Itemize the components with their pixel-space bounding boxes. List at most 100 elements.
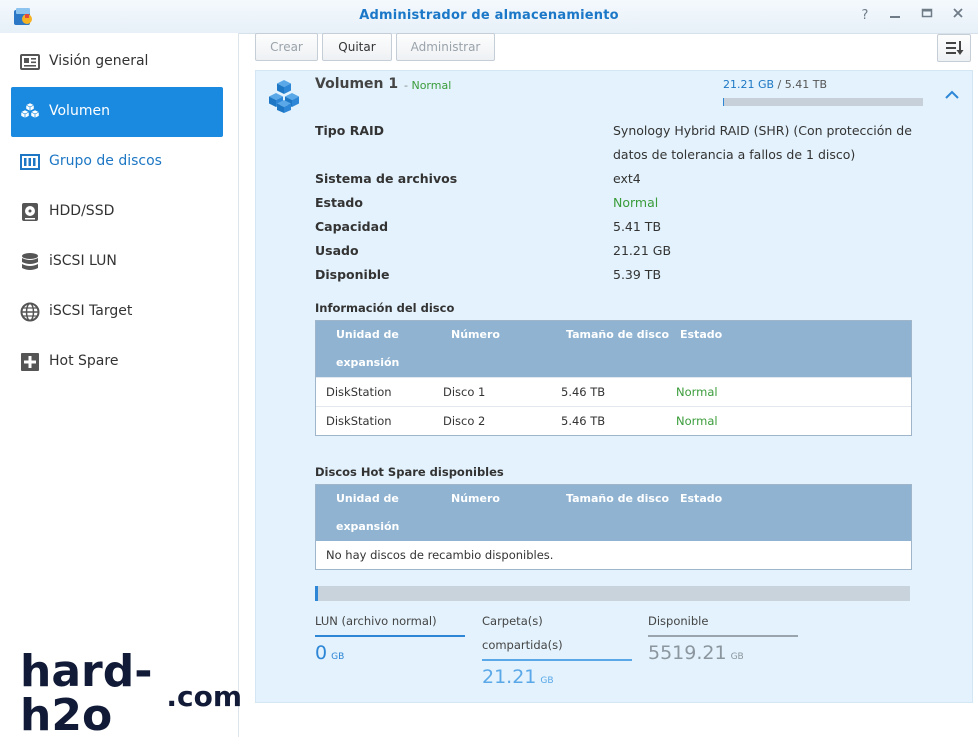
empty-message: No hay discos de recambio disponibles. <box>326 548 554 562</box>
volume-cubes-icon <box>269 80 299 113</box>
prop-used-value: 21.21 GB <box>613 243 672 258</box>
cell-expansion-unit: DiskStation <box>326 414 392 428</box>
plus-box-icon <box>21 353 39 371</box>
stat-underline <box>315 635 465 637</box>
usage-used: 21.21 GB <box>723 78 775 91</box>
column-header[interactable]: Estado <box>680 485 722 513</box>
column-header[interactable]: Tamaño de disco <box>566 321 669 349</box>
cell-status: Normal <box>676 385 718 399</box>
sidebar-item-overview[interactable]: Visión general <box>11 37 223 87</box>
usage-summary: 21.21 GB / 5.41 TB <box>723 78 827 91</box>
prop-fs-value: ext4 <box>613 171 641 186</box>
usage-separator: / <box>774 78 785 91</box>
prop-raid-value: Synology Hybrid RAID (SHR) (Con protecci… <box>613 123 912 162</box>
prop-fs-label: Sistema de archivos <box>315 171 458 186</box>
table-header: Unidad de expansión Número Tamaño de dis… <box>316 321 911 377</box>
prop-capacity-value: 5.41 TB <box>613 219 662 234</box>
prop-available-value: 5.39 TB <box>613 267 662 282</box>
column-header[interactable]: Número <box>451 485 500 513</box>
column-header[interactable]: Tamaño de disco <box>566 485 669 513</box>
manage-button[interactable]: Administrar <box>396 33 495 61</box>
sidebar-item-hot-spare[interactable]: Hot Spare <box>11 337 223 387</box>
stat-available: Disponible 5519.21 GB <box>648 609 798 664</box>
watermark-logo: hard-h2o .com <box>20 650 242 738</box>
stat-shared-folders: Carpeta(s) compartida(s) 21.21 GB <box>482 609 632 688</box>
help-icon[interactable]: ? <box>856 7 874 25</box>
disk-group-icon <box>20 154 40 170</box>
cell-number: Disco 1 <box>443 385 486 399</box>
title-bar: Administrador de almacenamiento ? <box>0 0 978 34</box>
column-header[interactable]: Unidad de expansión <box>336 485 426 541</box>
chevron-up-icon[interactable] <box>944 89 960 101</box>
volume-name: Volumen 1 <box>315 76 399 92</box>
sidebar-item-label: HDD/SSD <box>49 203 115 219</box>
cell-number: Disco 2 <box>443 414 486 428</box>
sidebar-item-label: Grupo de discos <box>49 153 162 169</box>
window-title: Administrador de almacenamiento <box>359 8 619 23</box>
prop-state-value: Normal <box>613 195 659 210</box>
hdd-icon <box>22 203 38 221</box>
sort-icon <box>946 41 964 55</box>
cell-status: Normal <box>676 414 718 428</box>
watermark-domain: .com <box>166 680 242 713</box>
stat-label: Disponible <box>648 614 709 628</box>
sidebar-item-label: iSCSI LUN <box>49 253 117 269</box>
sidebar-item-iscsi-target[interactable]: iSCSI Target <box>11 287 223 337</box>
stat-label: Carpeta(s) compartida(s) <box>482 614 563 652</box>
sort-button[interactable] <box>937 34 971 62</box>
sidebar-item-label: Volumen <box>49 103 110 119</box>
disk-info-table: Unidad de expansión Número Tamaño de dis… <box>315 320 912 436</box>
table-header: Unidad de expansión Número Tamaño de dis… <box>316 485 911 541</box>
create-button[interactable]: Crear <box>255 33 318 61</box>
stat-value: 5519.21 GB <box>648 642 798 664</box>
cell-size: 5.46 TB <box>561 414 606 428</box>
disk-info-title: Información del disco <box>315 301 455 315</box>
usage-bar <box>723 98 923 106</box>
database-icon <box>22 253 38 270</box>
remove-button[interactable]: Quitar <box>322 33 392 61</box>
cell-expansion-unit: DiskStation <box>326 385 392 399</box>
table-row[interactable]: DiskStation Disco 2 5.46 TB Normal <box>316 406 911 435</box>
sidebar-item-label: iSCSI Target <box>49 303 133 319</box>
globe-icon <box>20 302 40 322</box>
prop-available-label: Disponible <box>315 267 390 282</box>
cell-size: 5.46 TB <box>561 385 606 399</box>
sidebar-item-iscsi-lun[interactable]: iSCSI LUN <box>11 237 223 287</box>
overview-icon <box>20 54 40 70</box>
prop-raid-label: Tipo RAID <box>315 123 385 138</box>
column-header[interactable]: Estado <box>680 321 722 349</box>
stat-lun: LUN (archivo normal) 0 GB <box>315 609 465 664</box>
sidebar-item-disk-group[interactable]: Grupo de discos <box>11 137 223 187</box>
volume-panel: Volumen 1 - Normal 21.21 GB / 5.41 TB Ti… <box>255 70 973 703</box>
stat-value: 21.21 GB <box>482 666 632 688</box>
usage-total: 5.41 TB <box>784 78 828 91</box>
column-header[interactable]: Número <box>451 321 500 349</box>
prop-used-label: Usado <box>315 243 359 258</box>
minimize-icon[interactable] <box>886 7 904 25</box>
stat-number: 21.21 <box>482 666 537 688</box>
stat-unit: GB <box>331 652 345 662</box>
stat-unit: GB <box>730 652 744 662</box>
stat-number: 5519.21 <box>648 642 727 664</box>
prop-state-label: Estado <box>315 195 363 210</box>
volume-status: - Normal <box>404 79 452 92</box>
stat-underline <box>648 635 798 637</box>
sidebar-item-volume[interactable]: Volumen <box>11 87 223 137</box>
stat-number: 0 <box>315 642 328 664</box>
prop-capacity-label: Capacidad <box>315 219 389 234</box>
sidebar-item-hdd-ssd[interactable]: HDD/SSD <box>11 187 223 237</box>
table-row[interactable]: DiskStation Disco 1 5.46 TB Normal <box>316 377 911 406</box>
stat-label: LUN (archivo normal) <box>315 614 437 628</box>
volume-cubes-icon <box>20 102 40 119</box>
hot-spare-table: Unidad de expansión Número Tamaño de dis… <box>315 484 912 570</box>
sidebar-item-label: Hot Spare <box>49 353 119 369</box>
column-header[interactable]: Unidad de expansión <box>336 321 426 377</box>
capacity-bar <box>315 586 910 601</box>
close-icon[interactable] <box>949 7 967 25</box>
sidebar-item-label: Visión general <box>49 53 149 69</box>
sidebar: Visión general Volumen Grupo de discos H… <box>0 33 239 737</box>
capacity-bar-fill <box>315 586 318 601</box>
usage-bar-fill <box>723 98 724 106</box>
stat-underline <box>482 659 632 661</box>
maximize-icon[interactable] <box>918 7 936 25</box>
